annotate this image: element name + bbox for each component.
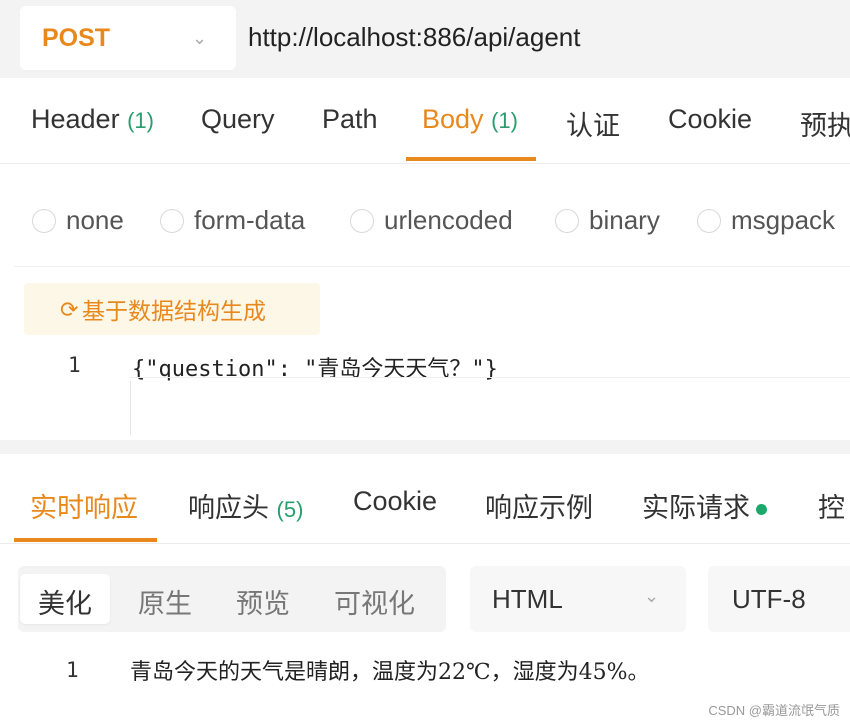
button-label: 基于数据结构生成 [82,298,266,324]
response-view-toolbar: 美化 原生 预览 可视化 HTML ⌄ UTF-8 [0,566,850,638]
tab-count: (5) [276,497,304,522]
radio-label: form-data [194,205,306,235]
tab-response-cookie[interactable]: Cookie [353,486,437,517]
refresh-icon: ⟳ [60,297,79,322]
status-dot-icon [756,504,767,516]
tab-label: Header [31,104,120,134]
line-number: 1 [68,353,81,377]
body-editor[interactable]: ⟳ 基于数据结构生成 1 {"question": "青岛今天天气？"} [14,266,850,436]
tab-path[interactable]: Path [322,104,378,135]
format-label: HTML [492,584,563,614]
radio-circle-icon [160,208,184,233]
tab-cookie[interactable]: Cookie [668,104,752,135]
chevron-down-icon: ⌄ [192,28,208,48]
view-mode-raw[interactable]: 原生 [120,574,210,624]
chevron-down-icon: ⌄ [644,586,660,606]
tab-live-response[interactable]: 实时响应 [30,486,138,525]
divider [130,377,850,378]
active-tab-indicator [14,538,157,542]
view-mode-preview[interactable]: 预览 [218,574,308,624]
view-mode-pretty[interactable]: 美化 [20,574,110,624]
encoding-label: UTF-8 [732,584,806,614]
tab-pre-exec[interactable]: 预执 [800,104,850,143]
section-divider [0,440,850,454]
tab-response-headers[interactable]: 响应头 (5) [188,486,303,525]
view-mode-visualize[interactable]: 可视化 [316,574,433,624]
radio-circle-icon [350,208,374,233]
response-body-text: 青岛今天的天气是晴朗，温度为22℃，湿度为45%。 [130,660,650,685]
radio-binary[interactable]: binary [555,205,660,236]
active-tab-indicator [406,157,536,161]
tab-label: 实际请求 [642,493,750,523]
radio-circle-icon [697,208,721,233]
radio-circle-icon [32,208,56,233]
view-mode-segmented: 美化 原生 预览 可视化 [18,566,446,632]
body-type-group: none form-data urlencoded binary msgpack [0,180,850,260]
radio-msgpack[interactable]: msgpack [697,205,835,236]
tab-response-example[interactable]: 响应示例 [485,486,593,525]
tab-label: Body [422,104,484,134]
tab-label: 响应头 [188,493,269,523]
request-tabs: Header (1) Query Path Body (1) 认证 Cookie… [0,78,850,164]
radio-urlencoded[interactable]: urlencoded [350,205,513,236]
watermark: CSDN @霸道流氓气质 [708,703,840,718]
radio-none[interactable]: none [32,205,124,236]
format-select[interactable]: HTML ⌄ [470,566,686,632]
tab-actual-request[interactable]: 实际请求 [642,486,767,525]
response-tabs: 实时响应 响应头 (5) Cookie 响应示例 实际请求 控 [0,456,850,544]
request-bar: POST ⌄ http://localhost:886/api/agent [0,0,850,78]
tab-auth[interactable]: 认证 [566,104,620,143]
code-line[interactable]: {"question": "青岛今天天气？"} [132,351,498,383]
tab-header[interactable]: Header (1) [31,104,154,135]
tab-count: (1) [491,108,518,133]
tab-console[interactable]: 控 [818,486,845,525]
tab-body[interactable]: Body (1) [422,104,518,135]
encoding-select[interactable]: UTF-8 [708,566,850,632]
radio-label: binary [589,205,660,235]
radio-circle-icon [555,208,579,233]
line-number: 1 [66,658,79,682]
tab-count: (1) [127,108,154,133]
method-select[interactable]: POST ⌄ [20,6,236,70]
method-label: POST [42,24,111,52]
url-input[interactable]: http://localhost:886/api/agent [248,22,580,53]
radio-label: msgpack [731,205,836,235]
gutter-divider [130,381,131,435]
radio-label: urlencoded [384,205,513,235]
generate-from-schema-button[interactable]: ⟳ 基于数据结构生成 [24,283,320,335]
tab-query[interactable]: Query [201,104,275,135]
radio-form-data[interactable]: form-data [160,205,305,236]
radio-label: none [66,205,124,235]
